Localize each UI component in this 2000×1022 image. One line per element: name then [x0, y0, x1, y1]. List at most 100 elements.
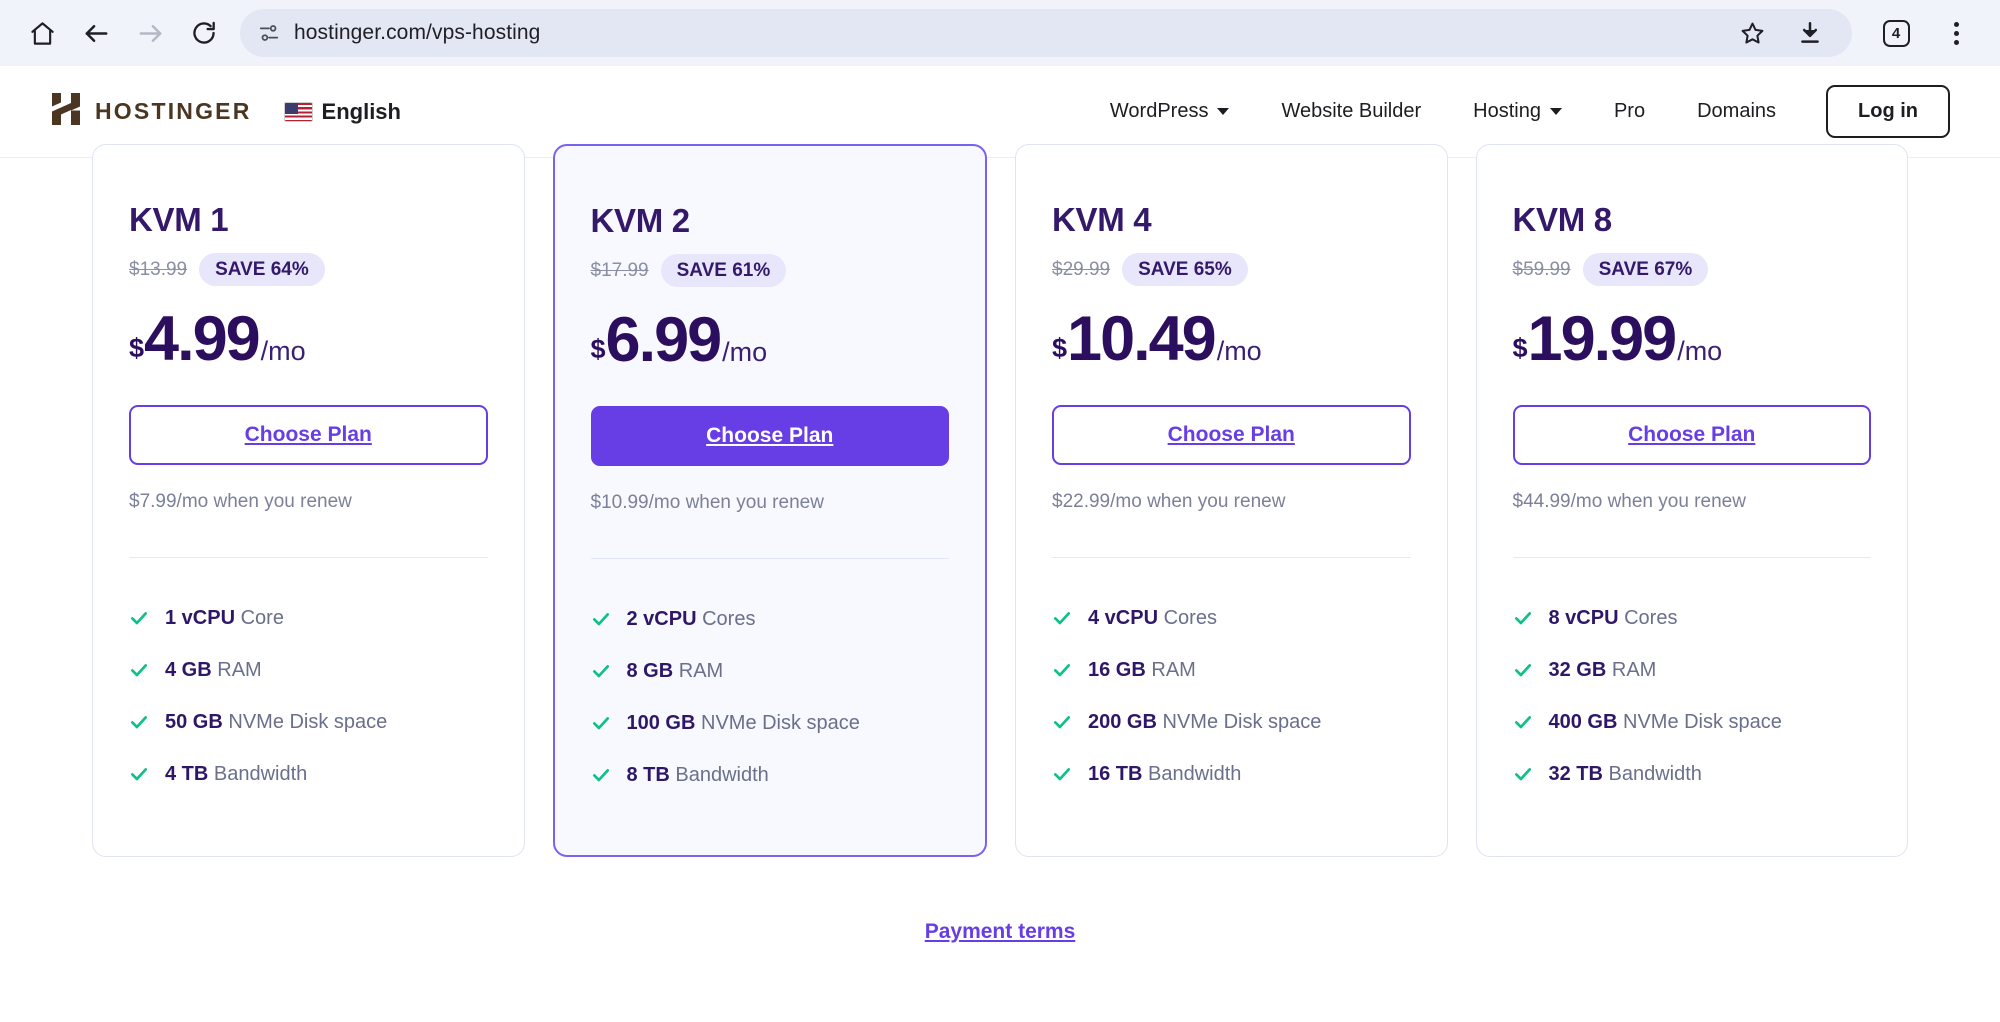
payment-terms-row: Payment terms: [92, 857, 1908, 944]
feature-text: 100 GB NVMe Disk space: [626, 712, 860, 734]
hostinger-logo[interactable]: HOSTINGER: [50, 91, 252, 132]
nav-label: Domains: [1697, 100, 1777, 122]
browser-toolbar: hostinger.com/vps-hosting 4: [0, 0, 2000, 66]
feature-item: 100 GB NVMe Disk space: [591, 711, 950, 735]
language-selector[interactable]: English: [283, 99, 401, 125]
nav-item-website-builder[interactable]: Website Builder: [1255, 100, 1447, 123]
bookmark-star-icon[interactable]: [1730, 11, 1774, 55]
feature-text: 8 GB RAM: [626, 660, 724, 682]
feature-text: 400 GB NVMe Disk space: [1548, 711, 1782, 733]
feature-item: 4 TB Bandwidth: [129, 762, 488, 786]
card-divider: [1052, 557, 1411, 558]
login-button[interactable]: Log in: [1826, 85, 1950, 138]
feature-value: 16 GB: [1088, 659, 1146, 681]
pricing-card-kvm-1[interactable]: KVM 1 $13.99 SAVE 64% $ 4.99 /mo Choose …: [92, 144, 525, 857]
browser-menu-button[interactable]: [1934, 11, 1978, 55]
card-divider: [590, 558, 949, 559]
nav-label: WordPress: [1109, 100, 1209, 122]
nav-label: Website Builder: [1281, 100, 1422, 122]
feature-list: 4 vCPU Cores 16 GB RAM 200 GB NVMe Disk sp…: [1052, 606, 1411, 786]
chevron-down-icon: [1217, 108, 1230, 115]
price-period: /mo: [722, 337, 768, 367]
feature-list: 8 vCPU Cores 32 GB RAM 400 GB NVMe Disk sp…: [1513, 606, 1872, 786]
feature-text: 8 vCPU Cores: [1548, 607, 1678, 629]
currency-symbol: $: [590, 334, 606, 364]
pricing-card-kvm-8[interactable]: KVM 8 $59.99 SAVE 67% $ 19.99 /mo Choose…: [1475, 144, 1908, 857]
back-button[interactable]: [72, 9, 120, 57]
main-navigation: WordPress Website Builder Hosting Pro Do…: [1084, 85, 1950, 138]
address-bar[interactable]: hostinger.com/vps-hosting: [240, 9, 1852, 57]
feature-item: 8 GB RAM: [591, 659, 950, 683]
us-flag-icon: [283, 101, 313, 122]
old-price: $29.99: [1052, 258, 1111, 280]
pricing-card-kvm-2[interactable]: KVM 2 $17.99 SAVE 61% $ 6.99 /mo Choose …: [552, 144, 987, 857]
chevron-down-icon: [1549, 108, 1562, 115]
feature-text: 2 vCPU Cores: [626, 608, 756, 630]
url-text: hostinger.com/vps-hosting: [294, 21, 541, 44]
feature-item: 8 vCPU Cores: [1513, 606, 1872, 630]
reload-icon: [190, 19, 218, 47]
tab-count-button[interactable]: 4: [1874, 11, 1918, 55]
plan-price: $ 4.99 /mo: [129, 308, 488, 371]
feature-value: 2 vCPU: [626, 608, 697, 630]
price-amount: 19.99: [1527, 304, 1678, 374]
nav-item-wordpress[interactable]: WordPress: [1084, 100, 1256, 123]
plan-discount-row: $29.99 SAVE 65%: [1052, 253, 1411, 286]
price-amount: 4.99: [144, 304, 261, 374]
feature-item: 200 GB NVMe Disk space: [1052, 710, 1411, 734]
feature-list: 1 vCPU Core 4 GB RAM 50 GB NVMe Disk space…: [129, 606, 488, 786]
pricing-card-list: KVM 1 $13.99 SAVE 64% $ 4.99 /mo Choose …: [92, 144, 1908, 857]
feature-text: 32 GB RAM: [1548, 659, 1657, 681]
price-period: /mo: [1216, 336, 1262, 366]
choose-plan-button[interactable]: Choose Plan: [1512, 405, 1871, 465]
reload-button[interactable]: [180, 9, 228, 57]
feature-item: 50 GB NVMe Disk space: [129, 710, 488, 734]
feature-value: 16 TB: [1088, 763, 1143, 785]
home-button[interactable]: [18, 9, 66, 57]
card-divider: [129, 557, 488, 558]
feature-item: 32 TB Bandwidth: [1513, 762, 1872, 786]
plan-discount-row: $59.99 SAVE 67%: [1513, 253, 1872, 286]
feature-item: 16 GB RAM: [1052, 658, 1411, 682]
feature-item: 400 GB NVMe Disk space: [1513, 710, 1872, 734]
feature-item: 8 TB Bandwidth: [591, 763, 950, 787]
nav-item-pro[interactable]: Pro: [1588, 100, 1671, 123]
feature-item: 4 GB RAM: [129, 658, 488, 682]
feature-value: 1 vCPU: [165, 607, 236, 629]
payment-terms-link[interactable]: Payment terms: [925, 920, 1076, 944]
choose-plan-button[interactable]: Choose Plan: [129, 405, 488, 465]
nav-item-hosting[interactable]: Hosting: [1447, 100, 1588, 123]
old-price: $17.99: [590, 259, 649, 281]
renewal-price-note: $44.99/mo when you renew: [1512, 491, 1746, 512]
renewal-price-note: $22.99/mo when you renew: [1052, 491, 1286, 512]
nav-item-domains[interactable]: Domains: [1671, 100, 1802, 123]
feature-item: 1 vCPU Core: [129, 606, 488, 630]
feature-value: 4 TB: [165, 763, 209, 785]
feature-value: 8 vCPU: [1548, 607, 1619, 629]
price-amount: 10.49: [1067, 304, 1217, 374]
feature-value: 8 TB: [626, 764, 670, 786]
price-period: /mo: [1677, 336, 1723, 366]
nav-label: Hosting: [1473, 100, 1541, 122]
download-icon[interactable]: [1788, 11, 1832, 55]
feature-text: 16 TB Bandwidth: [1088, 763, 1242, 785]
omnibox-actions: [1730, 11, 1834, 55]
save-badge: SAVE 64%: [199, 253, 325, 286]
nav-label: Pro: [1613, 100, 1646, 122]
forward-button[interactable]: [126, 9, 174, 57]
feature-text: 4 GB RAM: [165, 659, 262, 681]
choose-plan-button[interactable]: Choose Plan: [1052, 405, 1411, 465]
save-badge: SAVE 61%: [660, 254, 787, 287]
feature-item: 16 TB Bandwidth: [1052, 762, 1411, 786]
feature-value: 50 GB: [165, 711, 223, 733]
currency-symbol: $: [1512, 333, 1528, 363]
kebab-menu-icon: [1953, 21, 1959, 45]
plan-price: $ 19.99 /mo: [1513, 308, 1872, 371]
feature-value: 100 GB: [626, 712, 696, 734]
site-settings-icon[interactable]: [258, 22, 280, 44]
pricing-card-kvm-4[interactable]: KVM 4 $29.99 SAVE 65% $ 10.49 /mo Choose…: [1015, 144, 1448, 857]
choose-plan-button[interactable]: Choose Plan: [590, 406, 949, 466]
plan-name: KVM 2: [590, 202, 691, 239]
feature-text: 1 vCPU Core: [165, 607, 284, 629]
plan-name: KVM 1: [129, 201, 229, 238]
